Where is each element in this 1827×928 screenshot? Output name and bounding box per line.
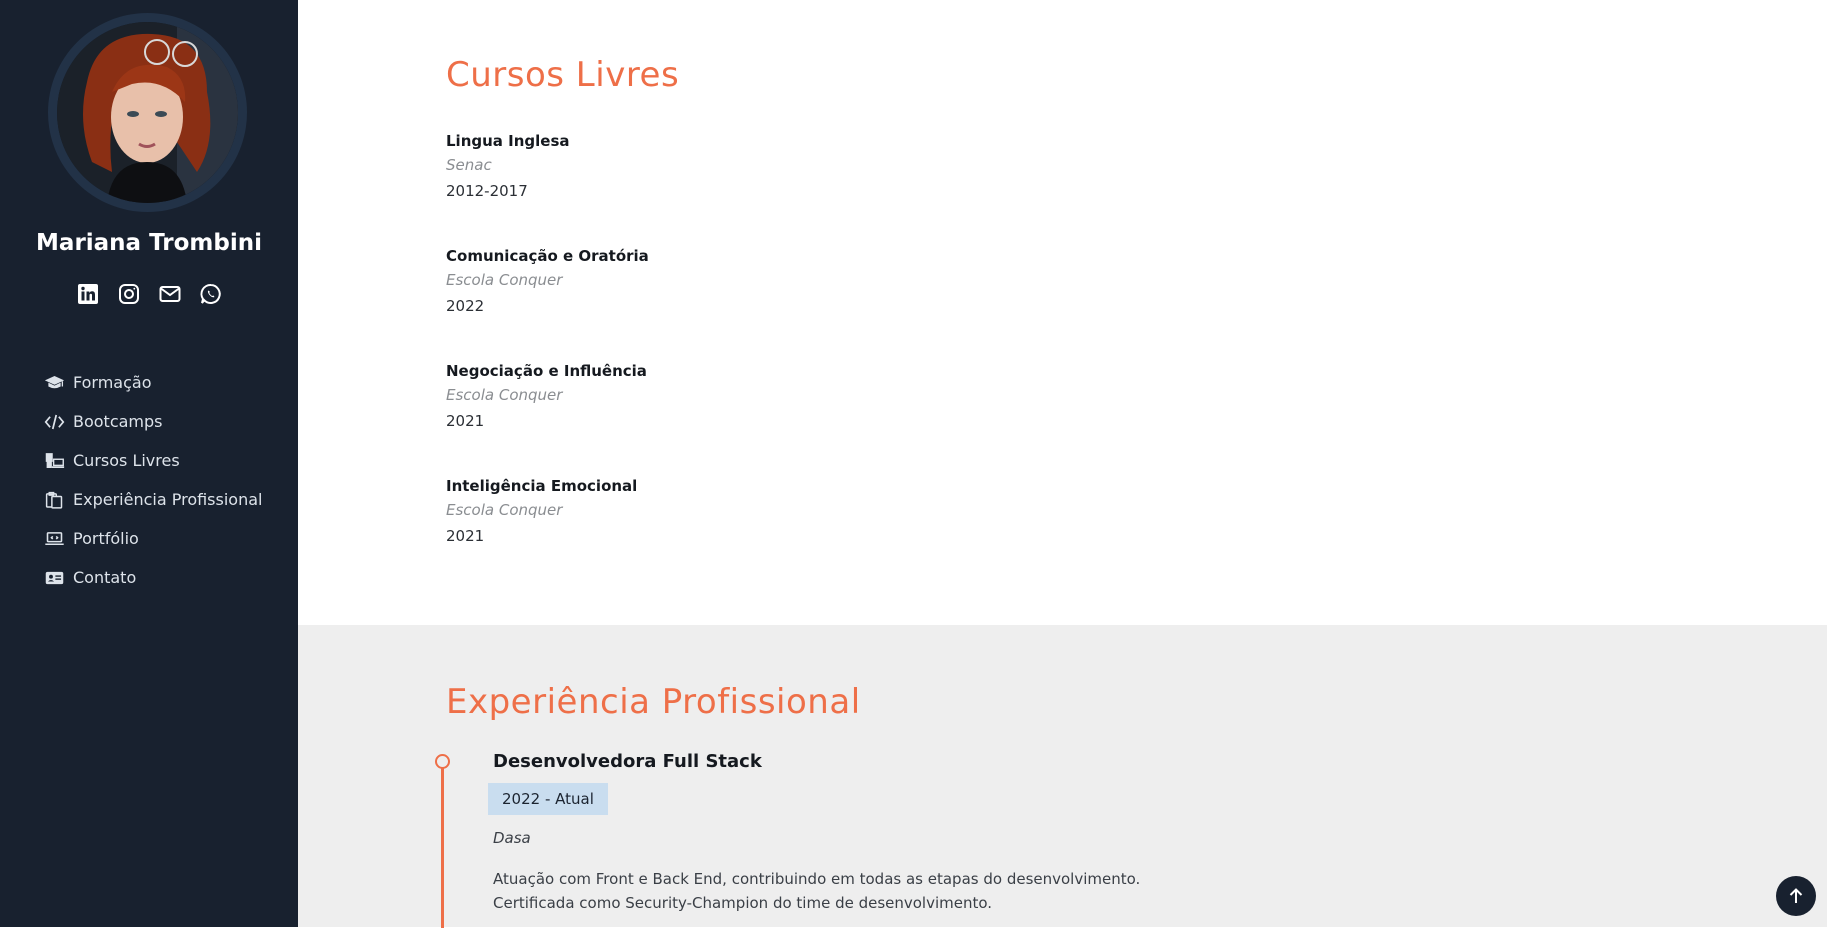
job-title: Desenvolvedora Full Stack	[493, 751, 762, 772]
timeline-line	[441, 758, 444, 928]
section-title: Cursos Livres	[446, 55, 680, 95]
back-to-top-button[interactable]	[1776, 876, 1816, 916]
course-school: Escola Conquer	[446, 501, 563, 519]
job-company: Dasa	[493, 829, 531, 847]
sidebar-item-label: Contato	[73, 568, 137, 587]
course-school: Escola Conquer	[446, 271, 563, 289]
course-name: Inteligência Emocional	[446, 477, 638, 495]
experience-section: Experiência Profissional Desenvolvedora …	[298, 625, 1827, 928]
course-year: 2021	[446, 412, 485, 430]
job-period-badge: 2022 - Atual	[488, 783, 608, 815]
clipboard-icon	[45, 491, 63, 509]
avatar	[57, 22, 238, 203]
course-year: 2012-2017	[446, 182, 528, 200]
timeline-dot	[435, 754, 450, 769]
profile-name: Mariana Trombini	[36, 230, 262, 256]
courses-section: Cursos Livres Lingua Inglesa Senac 2012-…	[298, 0, 1827, 625]
job-description: Atuação com Front e Back End, contribuin…	[493, 867, 1293, 915]
sidebar: Mariana Trombini Formação Bootcamps Curs…	[0, 0, 298, 927]
job-description-line: Atuação com Front e Back End, contribuin…	[493, 870, 1141, 888]
laptop-icon	[45, 531, 64, 545]
course-icon	[45, 452, 65, 468]
code-icon	[44, 414, 65, 429]
job-description-line: Certificada como Security-Champion do ti…	[493, 894, 993, 912]
graduation-cap-icon	[44, 375, 65, 388]
course-year: 2022	[446, 297, 485, 315]
course-name: Negociação e Influência	[446, 362, 647, 380]
course-item: Lingua Inglesa Senac 2012-2017	[446, 129, 1046, 205]
social-links	[0, 282, 298, 306]
sidebar-item-label: Formação	[73, 373, 152, 392]
sidebar-nav: Formação Bootcamps Cursos Livres Experiê…	[44, 363, 262, 597]
sidebar-item-cursos-livres[interactable]: Cursos Livres	[44, 441, 262, 480]
whatsapp-icon[interactable]	[199, 282, 223, 306]
email-icon[interactable]	[158, 282, 182, 306]
course-school: Escola Conquer	[446, 386, 563, 404]
course-school: Senac	[446, 156, 492, 174]
course-name: Lingua Inglesa	[446, 132, 570, 150]
sidebar-item-label: Experiência Profissional	[73, 490, 263, 509]
course-item: Comunicação e Oratória Escola Conquer 20…	[446, 244, 1046, 320]
arrow-up-icon	[1789, 888, 1803, 903]
course-year: 2021	[446, 527, 485, 545]
main-content: Cursos Livres Lingua Inglesa Senac 2012-…	[298, 0, 1827, 928]
avatar-photo	[57, 22, 238, 203]
contact-card-icon	[45, 571, 64, 584]
sidebar-item-portfolio[interactable]: Portfólio	[44, 519, 262, 558]
sidebar-item-label: Bootcamps	[73, 412, 163, 431]
sidebar-item-label: Portfólio	[73, 529, 139, 548]
sidebar-item-label: Cursos Livres	[73, 451, 180, 470]
sidebar-item-bootcamps[interactable]: Bootcamps	[44, 402, 262, 441]
linkedin-icon[interactable]	[76, 282, 100, 306]
course-name: Comunicação e Oratória	[446, 247, 649, 265]
avatar-ring	[48, 13, 247, 212]
course-item: Inteligência Emocional Escola Conquer 20…	[446, 474, 1046, 550]
course-item: Negociação e Influência Escola Conquer 2…	[446, 359, 1046, 435]
sidebar-item-contato[interactable]: Contato	[44, 558, 262, 597]
sidebar-item-experiencia[interactable]: Experiência Profissional	[44, 480, 262, 519]
sidebar-item-formacao[interactable]: Formação	[44, 363, 262, 402]
section-title: Experiência Profissional	[446, 682, 861, 722]
instagram-icon[interactable]	[117, 282, 141, 306]
